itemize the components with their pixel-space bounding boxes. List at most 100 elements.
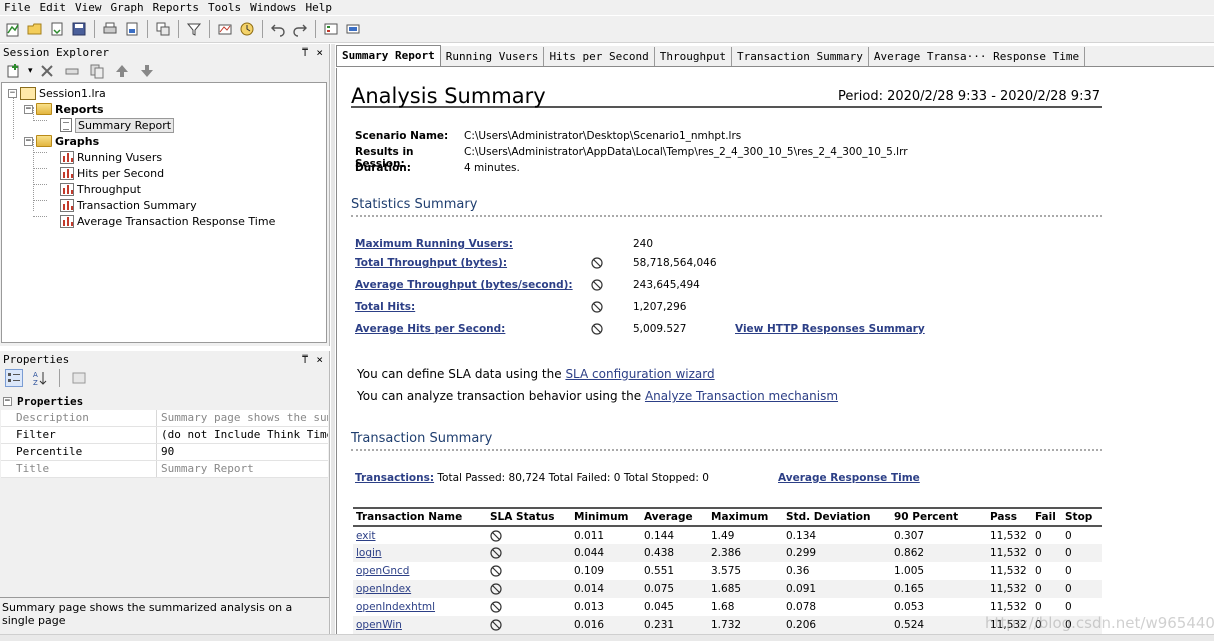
table-cell: openWin (353, 616, 487, 634)
stat-link-average-throughput[interactable]: Average Throughput (bytes/second): (355, 279, 573, 291)
transaction-name-link[interactable]: openWin (356, 619, 402, 631)
tree-item-reports[interactable]: − Reports (24, 101, 104, 117)
property-grid: − Properties Description Summary page sh… (1, 393, 328, 478)
view-http-responses-link[interactable]: View HTTP Responses Summary (735, 323, 925, 335)
property-key: Percentile (1, 444, 157, 460)
table-cell: 2.386 (708, 544, 783, 562)
menu-edit[interactable]: Edit (36, 0, 72, 15)
property-row-title[interactable]: Title Summary Report (1, 461, 328, 478)
print-icon[interactable] (101, 20, 119, 38)
delete-icon[interactable] (38, 62, 56, 80)
table-cell: 0 (1065, 529, 1072, 542)
tab-running-vusers[interactable]: Running Vusers (441, 47, 545, 66)
export-icon[interactable] (123, 20, 141, 38)
property-value[interactable]: 90 (157, 444, 328, 460)
tree-item-graph-hits-per-second[interactable]: Hits per Second (60, 165, 164, 181)
transaction-name-link[interactable]: exit (356, 530, 376, 542)
table-cell: 1.685 (708, 580, 783, 598)
stat-link-total-throughput[interactable]: Total Throughput (bytes): (355, 257, 507, 269)
transaction-name-link[interactable]: openGncd (356, 565, 409, 577)
stat-link-max-vusers[interactable]: Maximum Running Vusers: (355, 238, 513, 250)
property-row-filter[interactable]: Filter (do not Include Think Time) (1, 427, 328, 444)
rename-icon[interactable] (63, 62, 81, 80)
sla-define-text: You can define SLA data using the (357, 367, 562, 381)
tree-item-graph-avg-response-time[interactable]: Average Transaction Response Time (60, 213, 275, 229)
property-row-percentile[interactable]: Percentile 90 (1, 444, 328, 461)
average-response-time-link[interactable]: Average Response Time (778, 472, 920, 484)
stat-link-average-hits[interactable]: Average Hits per Second: (355, 323, 505, 335)
sla-wizard-link[interactable]: SLA configuration wizard (565, 367, 714, 381)
close-icon[interactable]: × (316, 353, 323, 366)
stat-value: 243,645,494 (633, 279, 700, 291)
tree-item-graph-transaction-summary[interactable]: Transaction Summary (60, 197, 197, 213)
sort-alphabetical-icon[interactable]: AZ (31, 369, 49, 387)
tree-item-graph-throughput[interactable]: Throughput (60, 181, 141, 197)
property-row-description[interactable]: Description Summary page shows the summa (1, 410, 328, 427)
collapse-icon[interactable]: − (8, 88, 17, 98)
horizontal-scrollbar[interactable] (0, 634, 1214, 641)
tree-item-graph-running-vusers[interactable]: Running Vusers (60, 149, 162, 165)
menu-view[interactable]: View (71, 0, 107, 15)
property-pages-icon[interactable] (70, 369, 88, 387)
tab-average-response-time[interactable]: Average Transa··· Response Time (869, 47, 1086, 66)
categorized-icon[interactable] (5, 369, 23, 387)
add-dropdown-chevron-icon[interactable]: ▾ (28, 66, 33, 76)
duplicate-icon[interactable] (88, 62, 106, 80)
collapse-icon[interactable]: − (24, 104, 33, 114)
transaction-name-link[interactable]: openIndexhtml (356, 601, 435, 613)
tree-item-summary-report[interactable]: Summary Report (60, 117, 175, 133)
move-up-icon[interactable] (113, 62, 131, 80)
transactions-link[interactable]: Transactions: (355, 472, 434, 484)
menu-file[interactable]: File (0, 0, 36, 15)
close-icon[interactable]: × (316, 46, 323, 59)
menu-help[interactable]: Help (301, 0, 337, 15)
move-down-icon[interactable] (138, 62, 156, 80)
table-row: openIndex 0.014 0.075 1.685 0.091 0.165 11,532… (353, 580, 1102, 598)
table-cell: 0.206 (783, 616, 891, 634)
merge-graphs-icon[interactable] (216, 20, 234, 38)
pin-icon[interactable]: ⍑ (302, 353, 309, 366)
collapse-icon[interactable]: − (24, 136, 33, 146)
copy-window-icon[interactable] (154, 20, 172, 38)
table-row: login 0.044 0.438 2.386 0.299 0.862 11,532 0 0 (353, 544, 1102, 562)
menu-windows[interactable]: Windows (246, 0, 301, 15)
report-period: Period: 2020/2/28 9:33 - 2020/2/28 9:37 (838, 89, 1100, 104)
panel-splitter[interactable] (331, 44, 335, 641)
display-options-icon[interactable] (344, 20, 362, 38)
redo-icon[interactable] (291, 20, 309, 38)
tree-item-session[interactable]: − Session1.lra (8, 85, 106, 101)
graph-icon (60, 150, 74, 164)
tab-summary-report[interactable]: Summary Report (336, 45, 441, 66)
filter-icon[interactable] (185, 20, 203, 38)
column-header: 90 Percent (891, 507, 987, 527)
save-icon[interactable] (70, 20, 88, 38)
open-folder-icon[interactable] (26, 20, 44, 38)
tab-transaction-summary[interactable]: Transaction Summary (732, 47, 869, 66)
menu-graph[interactable]: Graph (107, 0, 149, 15)
sla-not-applicable-icon (490, 529, 502, 542)
import-icon[interactable] (48, 20, 66, 38)
sla-icon[interactable] (238, 20, 256, 38)
table-cell: 0 (1062, 544, 1102, 562)
stat-link-total-hits[interactable]: Total Hits: (355, 301, 415, 313)
tab-hits-per-second[interactable]: Hits per Second (544, 47, 655, 66)
add-item-icon[interactable] (5, 62, 23, 80)
property-category[interactable]: − Properties (1, 393, 328, 410)
menu-reports[interactable]: Reports (149, 0, 204, 15)
transaction-name-link[interactable]: login (356, 547, 382, 559)
property-value[interactable]: (do not Include Think Time) (157, 427, 328, 443)
stat-value: 1,207,296 (633, 301, 687, 313)
transaction-name-link[interactable]: openIndex (356, 583, 411, 595)
tree-item-graphs[interactable]: − Graphs (24, 133, 99, 149)
menu-tools[interactable]: Tools (204, 0, 246, 15)
tab-throughput[interactable]: Throughput (655, 47, 733, 66)
analyze-transaction-link[interactable]: Analyze Transaction mechanism (645, 389, 838, 403)
undo-icon[interactable] (269, 20, 287, 38)
results-value: C:\Users\Administrator\AppData\Local\Tem… (464, 146, 908, 158)
pin-icon[interactable]: ⍑ (302, 46, 309, 59)
new-session-icon[interactable] (4, 20, 22, 38)
column-header: Minimum (571, 507, 641, 527)
legend-icon[interactable] (322, 20, 340, 38)
property-value: Summary page shows the summa (157, 410, 328, 426)
collapse-icon[interactable]: − (3, 397, 12, 406)
